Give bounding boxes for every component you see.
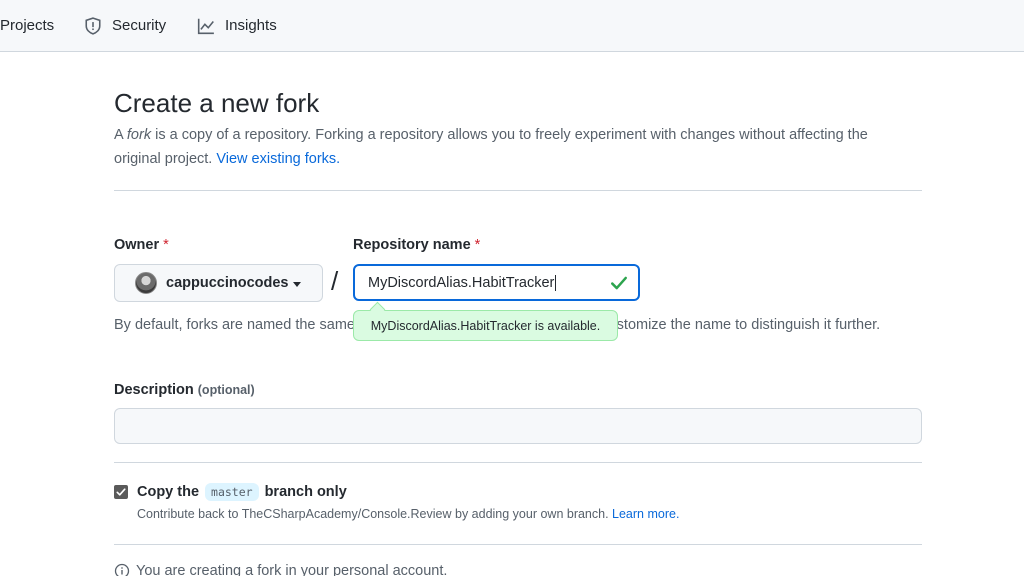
contribute-note-text: Contribute back to TheCSharpAcademy/Cons… [137, 507, 613, 521]
owner-repo-separator: / [331, 266, 339, 296]
repo-name-value: MyDiscordAlias.HabitTracker [368, 274, 557, 291]
owner-select[interactable]: cappuccinocodes [114, 264, 323, 302]
divider [114, 462, 922, 463]
availability-tooltip: MyDiscordAlias.HabitTracker is available… [353, 310, 618, 341]
graph-icon [197, 18, 214, 34]
owner-required-marker: * [163, 237, 169, 253]
repo-name-label: Repository name * [353, 237, 480, 253]
subtitle-prefix: A [114, 127, 127, 143]
divider [114, 190, 922, 191]
page-title: Create a new fork [114, 88, 320, 118]
checkmark-icon [116, 488, 126, 496]
personal-account-notice: You are creating a fork in your personal… [114, 563, 447, 576]
nav-tab-security[interactable]: Security [84, 0, 166, 51]
description-label-text: Description [114, 382, 194, 398]
owner-label-text: Owner [114, 237, 160, 253]
nav-tab-insights-label: Insights [225, 17, 277, 34]
description-label: Description (optional) [114, 382, 255, 398]
owner-value: cappuccinocodes [166, 275, 289, 291]
shield-icon [85, 16, 101, 35]
repo-name-label-text: Repository name [353, 237, 471, 253]
info-icon [114, 563, 130, 576]
repo-nav: Projects Security Insights [0, 0, 1024, 52]
copy-master-only-checkbox[interactable] [114, 485, 128, 499]
divider [114, 544, 922, 545]
description-input[interactable] [114, 408, 922, 444]
copy-suffix: branch only [264, 484, 347, 500]
contribute-note: Contribute back to TheCSharpAcademy/Cons… [137, 507, 679, 521]
chevron-down-icon [293, 281, 302, 287]
personal-account-notice-text: You are creating a fork in your personal… [136, 563, 448, 576]
copy-prefix: Copy the [137, 484, 200, 500]
check-icon [611, 276, 627, 290]
nav-tab-projects[interactable]: Projects [0, 0, 54, 51]
page-subtitle: A fork is a copy of a repository. Forkin… [114, 123, 904, 171]
description-optional-hint: (optional) [197, 383, 255, 397]
learn-more-link[interactable]: Learn more. [612, 507, 679, 521]
view-existing-forks-link[interactable]: View existing forks. [216, 151, 340, 167]
owner-label: Owner * [114, 237, 169, 253]
repo-name-input[interactable]: MyDiscordAlias.HabitTracker [353, 264, 640, 301]
nav-tab-projects-label: Projects [0, 17, 55, 34]
nav-tab-security-label: Security [112, 17, 167, 34]
branch-name-code: master [205, 483, 259, 501]
nav-tab-insights[interactable]: Insights [197, 0, 277, 51]
avatar [135, 272, 157, 294]
repo-required-marker: * [474, 237, 481, 253]
subtitle-em: fork [126, 127, 152, 143]
copy-branch-label[interactable]: Copy the master branch only [137, 483, 347, 501]
